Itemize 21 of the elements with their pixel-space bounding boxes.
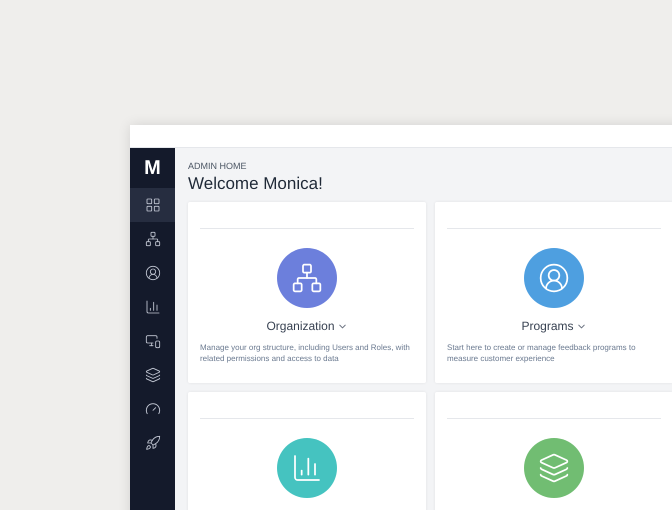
sidebar-item[interactable] (130, 188, 175, 222)
bar-chart-icon (144, 299, 160, 315)
person-circle-icon (538, 262, 570, 294)
card-description: Start here to create or manage feedback programs to measure customer experience (447, 342, 637, 364)
logo[interactable]: M (144, 158, 161, 178)
person-circle-icon (144, 265, 160, 281)
hierarchy-icon (144, 231, 160, 247)
layers-icon (538, 452, 570, 484)
grid-icon (144, 197, 160, 213)
gauge-icon (144, 401, 160, 417)
rocket-icon (144, 435, 160, 451)
card-title: Organization (266, 318, 335, 336)
module-card[interactable]: Organization Manage your org structure, including Users and Roles, with related permissions and access to data (188, 202, 426, 384)
page-title: Welcome Monica! (188, 173, 324, 194)
card-title: Programs (521, 318, 574, 336)
layers-icon (144, 367, 160, 383)
card-description: Manage your org structure, including Users and Roles, with related permissions and access to data (200, 342, 411, 364)
monitor-icon (144, 333, 160, 349)
module-card[interactable]: Programs Start here to create or manage feedback programs to measure customer experience (435, 202, 672, 384)
page-eyebrow: ADMIN HOME (188, 162, 248, 171)
hierarchy-icon (291, 262, 323, 294)
